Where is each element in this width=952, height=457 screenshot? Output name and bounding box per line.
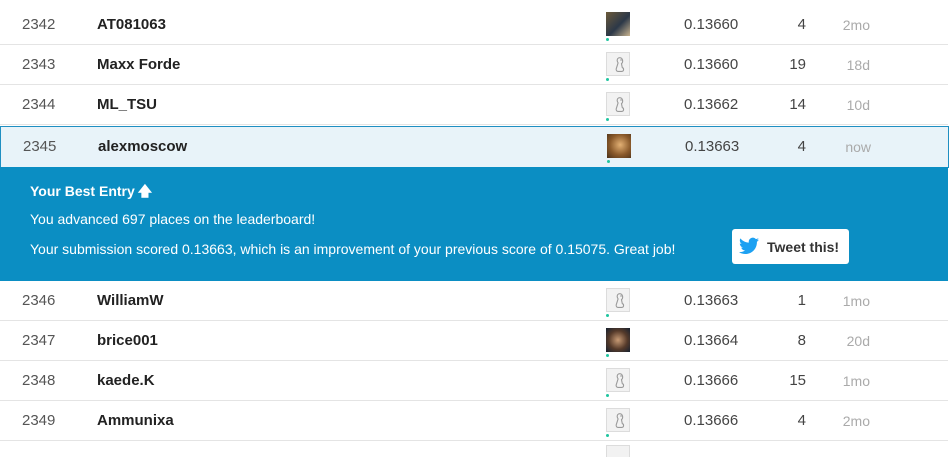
row-last-submission: 2mo [842, 413, 870, 429]
row-rank: 2348 [22, 372, 56, 389]
avatar[interactable] [607, 134, 631, 158]
goose-icon [615, 413, 625, 428]
row-last-submission: 1mo [842, 293, 870, 309]
banner-title-text: Your Best Entry [30, 183, 135, 199]
avatar[interactable] [606, 52, 630, 76]
row-team-name[interactable]: WilliamW [97, 281, 164, 321]
leaderboard-rows-bottom: 2346 WilliamW 0.13663 1 1mo 2347 brice001 0.136… [0, 281, 948, 441]
row-score: 0.13666 [684, 372, 739, 389]
banner-advance-text: You advanced 697 places on the leaderboa… [30, 211, 316, 227]
row-score: 0.13663 [685, 138, 740, 155]
leaderboard-rows-top: 2342 AT081063 0.13660 4 2mo 2343 Maxx Forde 0.1… [0, 5, 948, 125]
table-row[interactable]: 2343 Maxx Forde 0.13660 19 18d [0, 45, 948, 85]
avatar[interactable] [606, 92, 630, 116]
status-dot [606, 394, 609, 397]
table-row[interactable]: 2349 Ammunixa 0.13666 4 2mo [0, 401, 948, 441]
row-score: 0.13664 [684, 332, 739, 349]
row-rank: 2344 [22, 96, 56, 113]
row-last-submission: 2mo [842, 17, 870, 33]
current-user-row[interactable]: 2345 alexmoscow 0.13663 4 now [0, 126, 949, 168]
row-score: 0.13663 [684, 292, 739, 309]
goose-icon [615, 97, 625, 112]
row-entries: 14 [789, 96, 806, 113]
row-entries: 15 [789, 372, 806, 389]
row-last-submission: 18d [846, 57, 870, 73]
status-dot [606, 434, 609, 437]
twitter-bird-icon [739, 237, 759, 254]
row-entries: 8 [797, 332, 806, 349]
row-last-submission: 10d [846, 97, 870, 113]
row-rank: 2349 [22, 412, 56, 429]
row-team-name[interactable]: ML_TSU [97, 85, 157, 125]
row-entries: 1 [797, 292, 806, 309]
best-entry-banner: Your Best Entry 🡅 You advanced 697 places… [0, 167, 948, 281]
banner-title: Your Best Entry 🡅 [30, 181, 152, 205]
row-entries: 19 [789, 56, 806, 73]
status-dot [606, 118, 609, 121]
avatar[interactable] [606, 12, 630, 36]
row-rank: 2343 [22, 56, 56, 73]
table-row[interactable]: 2348 kaede.K 0.13666 15 1mo [0, 361, 948, 401]
row-team-name[interactable]: alexmoscow [98, 127, 187, 167]
row-score: 0.13660 [684, 56, 739, 73]
row-rank: 2347 [22, 332, 56, 349]
tweet-button[interactable]: Tweet this! [732, 229, 849, 264]
row-last-submission: 20d [846, 333, 870, 349]
row-rank: 2342 [22, 16, 56, 33]
goose-icon [615, 293, 625, 308]
row-entries: 4 [797, 412, 806, 429]
status-dot [606, 38, 609, 41]
avatar[interactable] [606, 328, 630, 352]
status-dot [606, 78, 609, 81]
table-row[interactable]: 2346 WilliamW 0.13663 1 1mo [0, 281, 948, 321]
avatar[interactable] [606, 368, 630, 392]
status-dot [607, 160, 610, 163]
table-row[interactable]: 2342 AT081063 0.13660 4 2mo [0, 5, 948, 45]
avatar[interactable] [606, 408, 630, 432]
row-rank: 2346 [22, 292, 56, 309]
goose-icon [615, 373, 625, 388]
row-score: 0.13666 [684, 412, 739, 429]
partial-row [0, 441, 952, 457]
row-entries: 4 [797, 138, 806, 155]
table-row[interactable] [0, 441, 952, 457]
row-score: 0.13660 [684, 16, 739, 33]
avatar [606, 445, 630, 457]
tweet-button-label: Tweet this! [767, 239, 840, 255]
banner-score-text: Your submission scored 0.13663, which is… [30, 241, 676, 257]
status-dot [606, 314, 609, 317]
row-team-name[interactable]: kaede.K [97, 361, 155, 401]
row-entries: 4 [797, 16, 806, 33]
avatar[interactable] [606, 288, 630, 312]
row-team-name[interactable]: brice001 [97, 321, 158, 361]
row-last-submission: 1mo [842, 373, 870, 389]
row-team-name[interactable]: Ammunixa [97, 401, 174, 441]
status-dot [606, 354, 609, 357]
row-score: 0.13662 [684, 96, 739, 113]
goose-icon [615, 57, 625, 72]
row-last-submission: now [845, 139, 871, 155]
row-rank: 2345 [23, 138, 57, 155]
arrow-up-icon: 🡅 [137, 183, 153, 199]
row-team-name[interactable]: Maxx Forde [97, 45, 180, 85]
table-row[interactable]: 2347 brice001 0.13664 8 20d [0, 321, 948, 361]
table-row[interactable]: 2344 ML_TSU 0.13662 14 10d [0, 85, 948, 125]
row-team-name[interactable]: AT081063 [97, 5, 166, 45]
